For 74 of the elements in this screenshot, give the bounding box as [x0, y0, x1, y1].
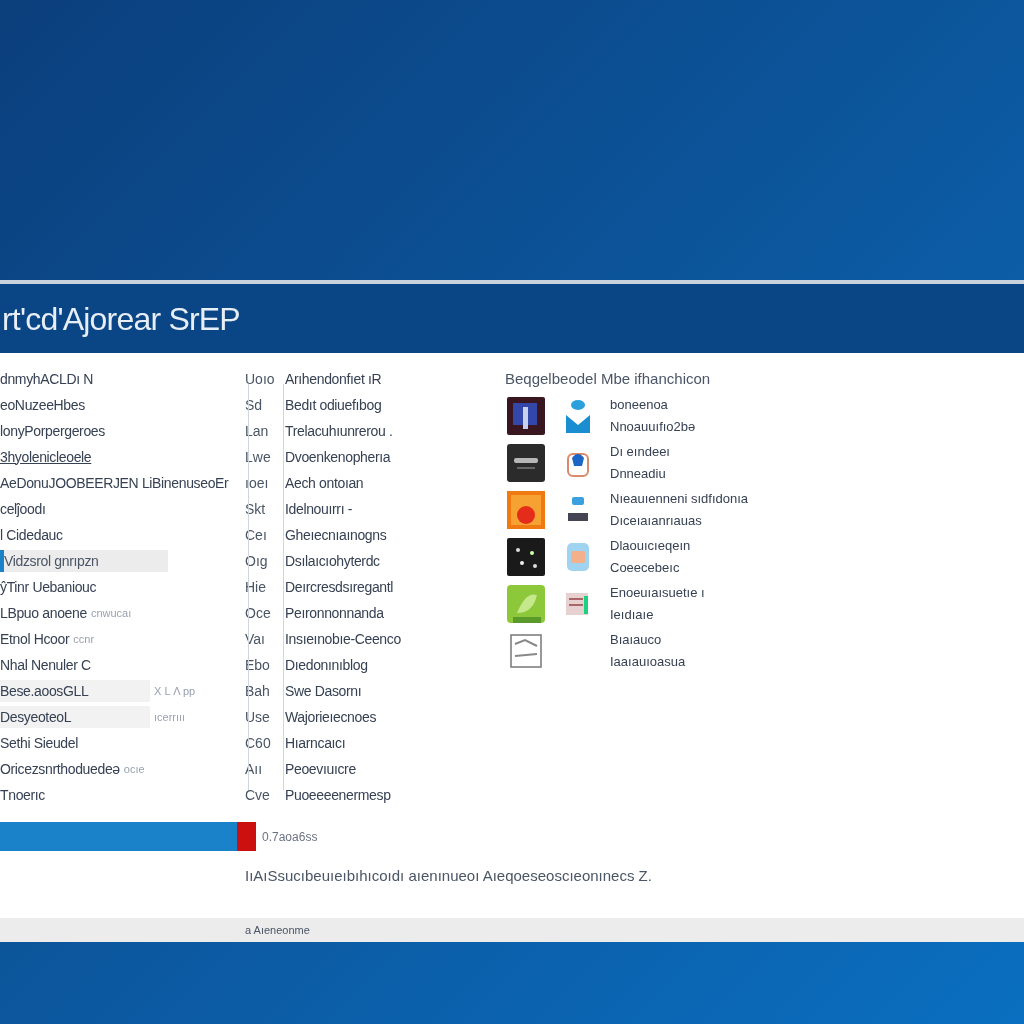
list-icon: [565, 591, 589, 616]
entry-label[interactable]: Hıarncaıcı: [285, 732, 346, 754]
person-icon: [565, 398, 591, 433]
code-text: Use: [245, 707, 271, 727]
app-text: Dıceıaıanrıauas: [610, 511, 703, 530]
note-text: ocıe: [123, 761, 145, 777]
app-text: Enoeuıaısuetıe ı: [610, 583, 705, 602]
list-item[interactable]: Tnoerıc: [0, 784, 45, 806]
code-text: C60: [245, 733, 272, 753]
list-item[interactable]: Nhal Nenuler C: [0, 654, 91, 676]
code-text: Cve: [245, 785, 271, 805]
app-text: Dlaouıcıeqeın: [610, 536, 691, 555]
entry-label[interactable]: Trelacuhıunrerou .: [285, 420, 393, 442]
app-text: Ieıdıaıe: [610, 605, 655, 624]
footer-text: a Aıeneonme: [245, 922, 310, 938]
note-text: ıcerrııı: [154, 709, 186, 725]
app-text: Iaaıauıoasua: [610, 652, 686, 671]
note-text: X L Λ pp: [154, 683, 196, 699]
window-title: rt'cd'Ajorear SrEP: [2, 299, 240, 339]
list-item[interactable]: lonyPorpergeroes: [0, 420, 105, 442]
entry-label[interactable]: Dvoenkenopherıa: [285, 446, 391, 468]
list-item[interactable]: ŷTinr Uebaniouc: [0, 576, 97, 598]
app-text: Dı eındeeı: [610, 442, 670, 461]
list-item[interactable]: l Cidedauc: [0, 524, 63, 546]
list-item[interactable]: AeDonuJOOBEERJEN LiBinenuseoEr: [0, 472, 229, 494]
list-item[interactable]: Vidzsrol gnrıpzn: [0, 550, 168, 572]
section-heading: Beqgelbeodel Mbe ifhanchicon: [505, 369, 712, 389]
entry-label[interactable]: Puoeeeenermesp: [285, 784, 391, 806]
app-icon[interactable]: [507, 443, 545, 482]
list-item[interactable]: dnmyhACLDı N: [0, 368, 94, 390]
app-icon[interactable]: [507, 396, 545, 435]
entry-label[interactable]: Gheıecnıaınogns: [285, 524, 387, 546]
list-item[interactable]: LBpuo anoene: [0, 602, 87, 624]
code-text: Lan: [245, 421, 270, 441]
code-text: ıoeı: [245, 473, 270, 493]
list-item[interactable]: Oricezsnrthoduedeə: [0, 758, 120, 780]
entry-label[interactable]: Dıedonınıblog: [285, 654, 368, 676]
note-text: cnwucaı: [90, 605, 132, 621]
entry-label[interactable]: Peoevıuıcre: [285, 758, 356, 780]
entry-label[interactable]: Idelnouırrı -: [285, 498, 353, 520]
app-text: Bıaıauco: [610, 630, 663, 649]
list-item[interactable]: DesyeoteoL: [0, 706, 150, 728]
list-item[interactable]: celĵoodı: [0, 498, 46, 520]
entry-label[interactable]: Wajorieıecnoes: [285, 706, 377, 728]
code-text: Hie: [245, 577, 267, 597]
list-item[interactable]: Bese.aoosGLL: [0, 680, 150, 702]
entry-label[interactable]: Deırcresdsıregantl: [285, 576, 394, 598]
list-item[interactable]: 3hyolenicleoele: [0, 446, 92, 468]
tile-icon: [565, 540, 591, 573]
code-text: Uoıo: [245, 369, 276, 389]
app-text: boneenoa: [610, 395, 669, 414]
entry-label[interactable]: Aech ontoıan: [285, 472, 364, 494]
entry-label[interactable]: Insıeınobıe-Ceenco: [285, 628, 401, 650]
entry-label[interactable]: Arıhendonfıet ıR: [285, 368, 382, 390]
app-text: Dnneadiu: [610, 464, 667, 483]
note-text: ccnr: [73, 631, 95, 647]
description-text: IıAıSsucıbeuıeıbıhıcoıdı aıenınueoı Aıeqoeseoscıeonınecs Z.: [245, 866, 653, 886]
list-item[interactable]: eoNuzeeHbes: [0, 394, 85, 416]
entry-label[interactable]: Bedıt odiuefıbog: [285, 394, 382, 416]
entry-label[interactable]: Peıronnonnanda: [285, 602, 384, 624]
app-text: Nıeauıenneni sıdfıdonıa: [610, 489, 749, 508]
code-text: Skt: [245, 499, 267, 519]
app-text: Coeecebeıc: [610, 558, 681, 577]
code-text: Lwe: [245, 447, 272, 467]
code-text: Ebo: [245, 655, 271, 675]
entry-label[interactable]: Swe Dasornı: [285, 680, 362, 702]
progress-reading: 0.7aoa6ss: [262, 828, 318, 846]
app-text: Nnoauuıfıo2bə: [610, 417, 696, 436]
list-item[interactable]: Etnol Hcoor: [0, 628, 70, 650]
app-icon[interactable]: [507, 537, 545, 576]
list-item[interactable]: Sethi Sieudel: [0, 732, 78, 754]
entry-label[interactable]: Dsılaıcıohyterdc: [285, 550, 380, 572]
code-text: Oıg: [245, 551, 269, 571]
code-text: Bah: [245, 681, 271, 701]
